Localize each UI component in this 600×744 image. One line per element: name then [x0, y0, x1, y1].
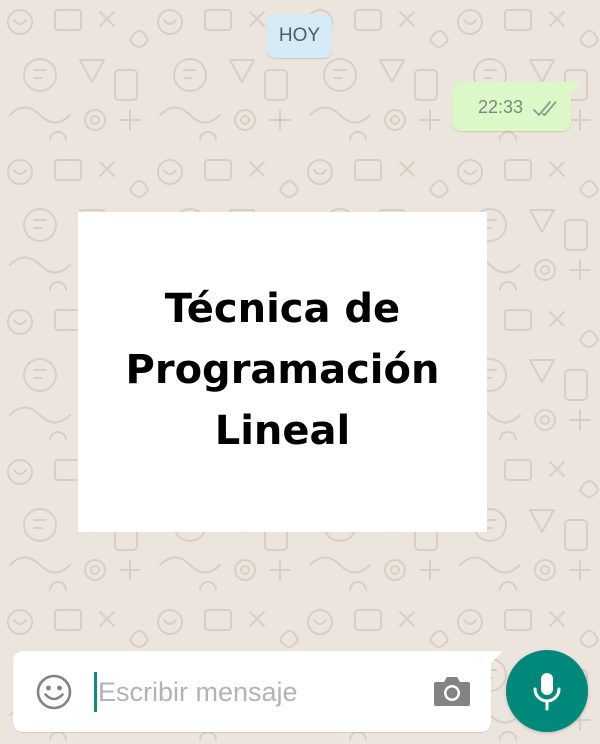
voice-message-button[interactable]	[506, 650, 588, 732]
date-divider: HOY	[267, 14, 332, 58]
image-message[interactable]: Técnica de Programación Lineal	[78, 212, 487, 532]
camera-icon[interactable]	[432, 673, 472, 709]
bubble-tail	[570, 82, 582, 94]
double-check-icon	[533, 101, 557, 117]
composer-tail	[489, 651, 503, 665]
text-cursor	[94, 672, 97, 712]
image-text: Técnica de Programación Lineal	[125, 285, 440, 454]
message-composer	[13, 651, 503, 732]
message-time: 22:33	[478, 97, 524, 117]
emoji-icon[interactable]	[35, 673, 73, 711]
date-label: HOY	[278, 25, 321, 46]
message-input[interactable]	[93, 665, 418, 719]
outgoing-message-bubble[interactable]: 22:33	[452, 82, 582, 131]
microphone-icon	[533, 673, 561, 711]
